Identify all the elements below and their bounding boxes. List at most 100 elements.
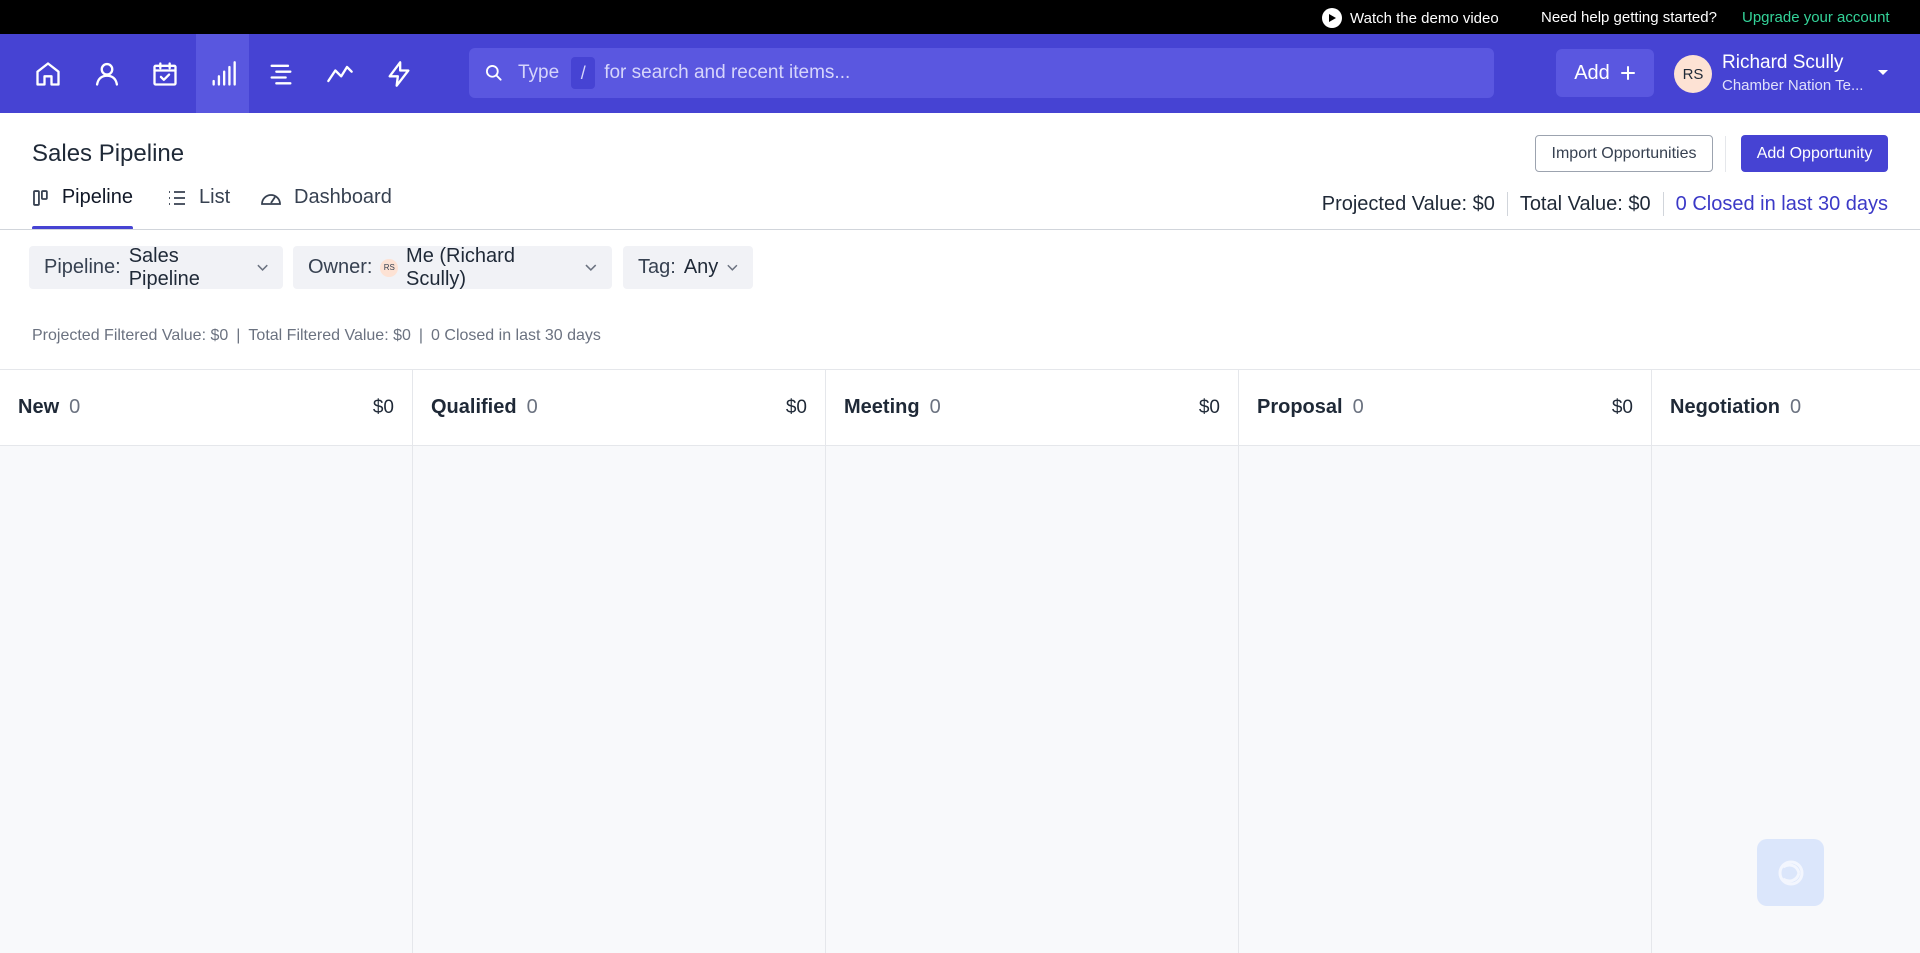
stage-value: $0 — [372, 397, 394, 418]
watch-demo-link[interactable]: Watch the demo video — [1322, 8, 1499, 28]
filter-label: Pipeline: — [44, 256, 121, 278]
person-icon — [95, 62, 118, 86]
add-opportunity-button[interactable]: Add Opportunity — [1741, 135, 1888, 172]
tabs-border — [0, 229, 1920, 230]
tab-list[interactable]: List — [167, 186, 230, 230]
home-icon — [35, 61, 60, 86]
stage-dropzone[interactable] — [0, 446, 412, 953]
divider — [1506, 192, 1508, 216]
total-filtered-value: Total Filtered Value: $0 — [248, 327, 411, 344]
stage-column: New 0 $0 — [0, 370, 413, 953]
filter-value: Any — [683, 256, 719, 278]
stage-name: Proposal 0 — [1257, 396, 1364, 418]
stage-header: Qualified 0 $0 — [413, 370, 825, 446]
stage-dropzone[interactable] — [1239, 446, 1651, 953]
filter-label: Tag: — [638, 256, 676, 278]
global-search[interactable]: Type / for search and recent items... — [469, 48, 1494, 98]
nav-home[interactable] — [21, 34, 74, 113]
filter-value: Me (Richard Scully) — [406, 244, 515, 290]
nav-tasks[interactable] — [254, 34, 307, 113]
stage-dropzone[interactable] — [413, 446, 825, 953]
nav-pipeline[interactable] — [196, 34, 249, 113]
stage-dropzone[interactable] — [826, 446, 1238, 953]
tab-dashboard[interactable]: Dashboard — [260, 186, 392, 230]
stage-name: New 0 — [18, 396, 81, 418]
align-icon — [270, 64, 291, 85]
search-shortcut-key: / — [571, 57, 596, 89]
user-avatar[interactable]: RS — [1674, 55, 1712, 93]
nav-calendar[interactable] — [138, 34, 191, 113]
stage-count: 0 — [1790, 396, 1802, 418]
watch-demo-label: Watch the demo video — [1350, 9, 1499, 27]
announcement-bar: Watch the demo video Need help getting s… — [0, 0, 1920, 34]
chevron-down-icon — [257, 264, 268, 271]
stage-header: New 0 $0 — [0, 370, 412, 446]
page-title: Sales Pipeline — [32, 140, 185, 167]
stage-count: 0 — [1352, 396, 1364, 418]
assistant-button[interactable] — [1757, 839, 1824, 906]
nav-contacts[interactable] — [80, 34, 133, 113]
stage-count: 0 — [526, 396, 538, 418]
stage-name: Meeting 0 — [844, 396, 941, 418]
divider: | — [236, 327, 241, 344]
tab-label: Pipeline — [61, 186, 133, 208]
calendar-check-icon — [152, 61, 177, 86]
assistant-icon — [1778, 860, 1803, 885]
stage-name: Negotiation 0 — [1670, 396, 1802, 418]
filter-value: Sales Pipeline — [128, 244, 200, 290]
pipeline-filter[interactable]: Pipeline: Sales Pipeline — [29, 244, 283, 290]
button-divider — [1725, 136, 1726, 172]
help-text: Need help getting started? — [1541, 9, 1717, 26]
nav-reports[interactable] — [313, 34, 366, 113]
add-button[interactable]: Add — [1556, 49, 1654, 97]
chevron-down-icon — [727, 264, 738, 271]
kanban-icon — [33, 190, 48, 206]
stage-column: Meeting 0 $0 — [826, 370, 1239, 953]
list-icon — [169, 191, 185, 205]
play-icon — [1322, 8, 1342, 28]
closed-last-30-days-link[interactable]: 0 Closed in last 30 days — [1676, 193, 1888, 216]
tag-filter[interactable]: Tag: Any — [623, 246, 753, 289]
stage-name: Qualified 0 — [431, 396, 538, 418]
plus-icon — [1620, 66, 1635, 80]
owner-avatar: RS — [380, 258, 399, 277]
search-icon — [484, 63, 504, 83]
gauge-icon — [261, 194, 281, 205]
tab-pipeline[interactable]: Pipeline — [32, 186, 133, 230]
chevron-down-icon — [585, 264, 597, 271]
stage-column: Proposal 0 $0 — [1239, 370, 1652, 953]
pipeline-totals: Projected Value: $0 Total Value: $0 0 Cl… — [1322, 192, 1888, 216]
projected-value: Projected Value: $0 — [1321, 192, 1495, 215]
stage-value: $0 — [1611, 397, 1633, 418]
stage-column: Qualified 0 $0 — [413, 370, 826, 953]
stage-header: Negotiation 0 — [1652, 370, 1920, 446]
stage-header: Proposal 0 $0 — [1239, 370, 1651, 446]
nav-automations[interactable] — [372, 34, 425, 113]
pipeline-board: New 0 $0 Qualified 0 $0 Meeting 0 $0 Propos… — [0, 369, 1920, 953]
user-name[interactable]: Richard Scully — [1722, 52, 1843, 74]
filtered-closed: 0 Closed in last 30 days — [431, 327, 601, 344]
stage-value: $0 — [785, 397, 807, 418]
stage-count: 0 — [929, 396, 941, 418]
owner-filter[interactable]: Owner: RS Me (Richard Scully) — [293, 244, 612, 290]
trend-line-icon — [326, 65, 353, 82]
upgrade-link[interactable]: Upgrade your account — [1742, 9, 1890, 26]
add-label: Add — [1574, 61, 1610, 84]
main-nav: Type / for search and recent items... Ad… — [0, 34, 1920, 113]
stage-value: $0 — [1198, 397, 1220, 418]
filter-label: Owner: — [308, 256, 373, 278]
projected-filtered-value: Projected Filtered Value: $0 — [32, 327, 229, 344]
divider — [1662, 192, 1664, 216]
caret-down-icon[interactable] — [1876, 68, 1890, 78]
filtered-totals: Projected Filtered Value: $0 | Total Fil… — [32, 327, 601, 345]
bar-chart-icon — [212, 60, 236, 86]
search-prefix: Type — [518, 62, 560, 83]
tab-label: List — [199, 186, 231, 208]
divider: | — [418, 327, 424, 344]
stage-header: Meeting 0 $0 — [826, 370, 1238, 446]
stage-count: 0 — [69, 396, 81, 418]
search-placeholder: for search and recent items... — [604, 62, 851, 83]
tab-label: Dashboard — [294, 186, 392, 208]
user-org: Chamber Nation Te... — [1722, 77, 1864, 94]
import-opportunities-button[interactable]: Import Opportunities — [1535, 135, 1713, 172]
